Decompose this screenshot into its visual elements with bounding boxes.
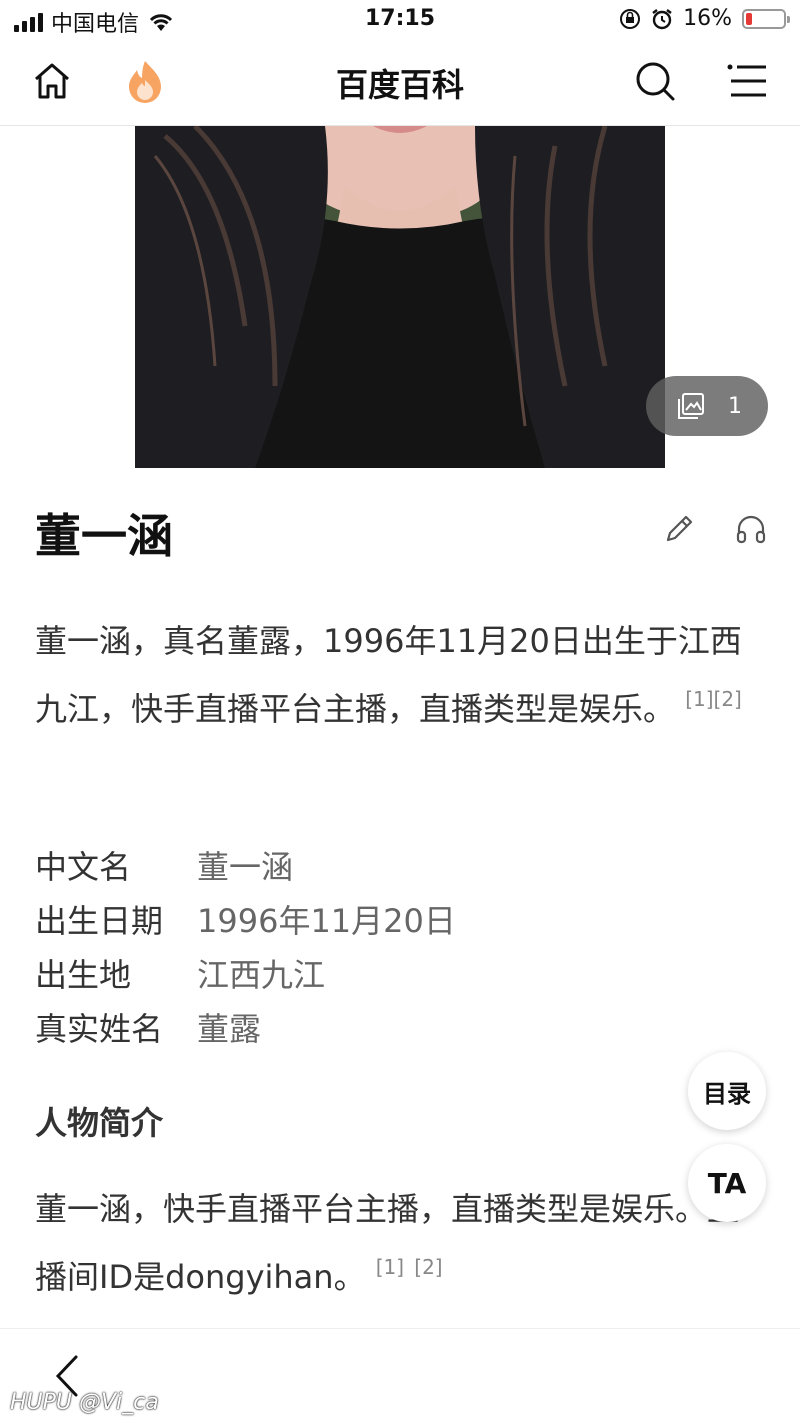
infobox-row: 中文名 董一涵: [35, 840, 456, 894]
infobox-key: 出生日期: [35, 902, 164, 940]
status-right: 16%: [619, 6, 790, 31]
toc-button[interactable]: 目录: [688, 1052, 766, 1130]
menu-icon[interactable]: [724, 58, 770, 104]
ta-button[interactable]: TA: [688, 1144, 766, 1222]
infobox-value: 1996年11月20日: [197, 902, 456, 940]
status-bar: 中国电信 17:15 16%: [0, 0, 800, 40]
page-title: 百度百科: [335, 66, 464, 104]
intro-text: 董一涵，快手直播平台主播，直播类型是娱乐。直播间ID是dongyihan。: [35, 1190, 740, 1296]
gallery-icon: [678, 393, 704, 419]
reference-1[interactable]: [1]: [376, 1255, 404, 1279]
battery-level: [746, 12, 752, 25]
search-icon[interactable]: [632, 58, 678, 104]
infobox-value: 董露: [197, 1010, 262, 1048]
infobox-key: 真实姓名: [35, 1010, 164, 1048]
infobox-key: 出生地: [35, 956, 132, 994]
infobox-row: 真实姓名 董露: [35, 1002, 456, 1056]
gallery-button[interactable]: 1: [646, 376, 768, 436]
battery-icon: [742, 8, 790, 29]
section-text: 董一涵，快手直播平台主播，直播类型是娱乐。直播间ID是dongyihan。 [1…: [35, 1180, 765, 1306]
entry-photo[interactable]: [135, 126, 665, 468]
summary-text: 董一涵，真名董露，1996年11月20日出生于江西九江，快手直播平台主播，直播类…: [35, 622, 742, 728]
gallery-count: 1: [728, 393, 742, 419]
section-heading: 人物简介: [35, 1104, 164, 1142]
edit-icon[interactable]: [662, 512, 696, 546]
headphones-icon[interactable]: [734, 512, 768, 546]
nav-bar: 百度百科: [0, 40, 800, 126]
summary-references[interactable]: [1][2]: [685, 687, 742, 711]
orientation-lock-icon: [620, 8, 641, 29]
battery-percent: 16%: [683, 6, 732, 31]
entry-title: 董一涵: [35, 509, 173, 563]
infobox-row: 出生日期 1996年11月20日: [35, 894, 456, 948]
infobox-key: 中文名: [35, 848, 132, 886]
infobox: 中文名 董一涵 出生日期 1996年11月20日 出生地 江西九江 真实姓名 董…: [35, 840, 456, 1056]
alarm-icon: [652, 8, 672, 29]
watermark: HUPU @Vi_ca: [10, 1390, 159, 1415]
infobox-row: 出生地 江西九江: [35, 948, 456, 1002]
infobox-value: 江西九江: [197, 956, 326, 994]
infobox-value: 董一涵: [197, 848, 294, 886]
entry-summary: 董一涵，真名董露，1996年11月20日出生于江西九江，快手直播平台主播，直播类…: [35, 612, 765, 738]
reference-2[interactable]: [2]: [414, 1255, 442, 1279]
